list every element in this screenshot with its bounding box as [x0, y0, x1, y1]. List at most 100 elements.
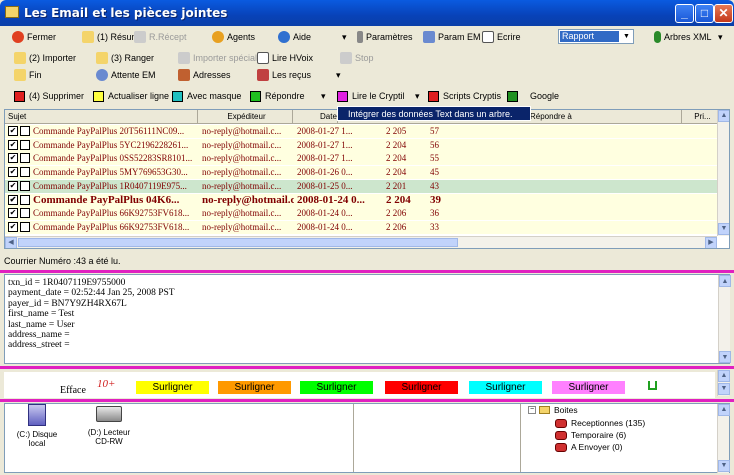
highlight-scrollbar[interactable]: ▲ ▼	[717, 370, 730, 396]
supprimer-button[interactable]: (4) Supprimer	[14, 88, 84, 104]
column-priority[interactable]: Pri...	[682, 110, 721, 124]
row-flag-checkbox[interactable]	[20, 139, 30, 150]
row-checkbox[interactable]: ✔	[8, 194, 18, 205]
row-flag-checkbox[interactable]	[20, 180, 30, 191]
column-reply-to[interactable]: Répondre à	[527, 110, 682, 124]
arbres-xml-dropdown[interactable]: ▾	[718, 29, 723, 45]
row-checkbox[interactable]: ✔	[8, 221, 18, 232]
row-flag-checkbox[interactable]	[20, 126, 30, 136]
row-checkbox[interactable]: ✔	[8, 208, 18, 219]
grid-horizontal-scrollbar[interactable]: ◀ ▶	[5, 236, 717, 248]
adresses-button[interactable]: Adresses	[178, 67, 231, 83]
scroll-up-arrow-icon[interactable]: ▲	[718, 370, 730, 382]
table-row[interactable]: ✔ Commande PayPalPlus 66K92753FV618... no-…	[5, 220, 719, 234]
stop-button[interactable]: Stop	[340, 50, 374, 66]
efface-button[interactable]: Efface	[60, 385, 86, 397]
highlight-button[interactable]: Surligner	[552, 381, 625, 394]
importer-button[interactable]: (2) Importer	[14, 50, 76, 66]
chevron-down-icon[interactable]: ▼	[620, 30, 633, 43]
scripts-button[interactable]: Scripts Cryptis	[428, 88, 501, 104]
actualiser-button[interactable]: Actualiser ligne	[93, 88, 169, 104]
attente-em-button[interactable]: Attente EM	[96, 67, 156, 83]
highlight-button[interactable]: Surligner	[469, 381, 542, 394]
lire-hvoix-button[interactable]: Lire HVoix	[257, 50, 313, 66]
tree-item[interactable]: A Envoyer (0)	[555, 442, 623, 452]
row-number: 57	[430, 126, 439, 136]
google-button[interactable]: Google	[507, 88, 559, 104]
les-recus-button[interactable]: Les reçus	[257, 67, 311, 83]
highlight-button[interactable]: Surligner	[136, 381, 209, 394]
scroll-up-arrow-icon[interactable]: ▲	[719, 275, 731, 287]
parametres-button[interactable]: Paramètres	[357, 29, 413, 45]
tree-item[interactable]: Temporaire (6)	[555, 430, 626, 440]
row-flag-checkbox[interactable]	[20, 208, 30, 219]
column-date[interactable]: Date	[293, 110, 338, 124]
les-recus-dropdown[interactable]: ▾	[336, 67, 341, 83]
lire-cryptil-dropdown[interactable]: ▾	[415, 88, 420, 104]
body-vertical-scrollbar[interactable]: ▲ ▼	[718, 275, 731, 363]
row-checkbox[interactable]: ✔	[8, 180, 18, 191]
scroll-down-arrow-icon[interactable]: ▼	[718, 223, 729, 235]
row-sender: no-reply@hotmail.c...	[202, 193, 294, 206]
scroll-left-arrow-icon[interactable]: ◀	[5, 237, 17, 248]
recept-button[interactable]: R.Récept	[134, 29, 187, 45]
aide-dropdown[interactable]: ▾	[342, 29, 347, 45]
arbres-xml-button[interactable]: Arbres XML	[654, 29, 712, 45]
ten-plus-button[interactable]: 10+	[97, 378, 115, 390]
aide-button[interactable]: Aide	[278, 29, 311, 45]
table-row[interactable]: ✔ Commande PayPalPlus 5MY769653G30... no-r…	[5, 166, 719, 180]
repondre-button[interactable]: Répondre	[250, 88, 305, 104]
row-checkbox[interactable]: ✔	[8, 167, 18, 178]
row-flag-checkbox[interactable]	[20, 153, 30, 164]
row-checkbox[interactable]: ✔	[8, 126, 18, 136]
highlight-button[interactable]: Surligner	[218, 381, 291, 394]
row-checkbox[interactable]: ✔	[8, 139, 18, 150]
horizontal-scroll-thumb[interactable]	[18, 238, 458, 247]
drive-c[interactable]: (C:) Disque local	[12, 404, 62, 448]
column-sender[interactable]: Expéditeur	[198, 110, 293, 124]
green-bracket-icon[interactable]	[648, 381, 657, 390]
fermer-button[interactable]: Fermer	[12, 29, 56, 45]
row-flag-checkbox[interactable]	[20, 167, 30, 178]
highlight-button[interactable]: Surligner	[300, 381, 373, 394]
column-subject[interactable]: Sujet	[5, 110, 198, 124]
param-em-button[interactable]: Param EM	[423, 29, 481, 45]
scroll-right-arrow-icon[interactable]: ▶	[705, 237, 717, 248]
rapport-select[interactable]: Rapport ▼	[558, 29, 634, 44]
maximize-button[interactable]: □	[695, 4, 714, 23]
grid-vertical-scrollbar[interactable]: ▲ ▼	[717, 110, 729, 236]
message-list[interactable]: Sujet Expéditeur Date Répondre à Pri... …	[4, 109, 730, 249]
row-date: 2008-01-27 1...	[297, 153, 353, 164]
scroll-down-arrow-icon[interactable]: ▼	[719, 351, 731, 363]
ranger-button[interactable]: (3) Ranger	[96, 50, 154, 66]
table-row[interactable]: ✔ Commande PayPalPlus 1R0407119E975... no-…	[5, 179, 719, 193]
scroll-up-arrow-icon[interactable]: ▲	[718, 110, 729, 122]
tree-root[interactable]: − Boites	[528, 405, 578, 415]
drive-d[interactable]: (D:) Lecteur CD-RW	[84, 404, 134, 446]
message-body[interactable]: txn_id = 1R0407119E9755000 payment_date =…	[4, 274, 731, 364]
avec-masque-button[interactable]: Avec masque	[172, 88, 241, 104]
ecrire-button[interactable]: Ecrire	[482, 29, 521, 45]
close-button[interactable]: ✕	[714, 4, 733, 23]
lire-cryptil-button[interactable]: Lire le Cryptil	[337, 88, 405, 104]
tree-item[interactable]: Receptionnes (135)	[555, 418, 645, 428]
table-row[interactable]: ✔ Commande PayPalPlus 66K92753FV618... no-…	[5, 207, 719, 221]
agents-button[interactable]: Agents	[212, 29, 255, 45]
fin-button[interactable]: Fin	[14, 67, 42, 83]
table-row[interactable]: ✔ Commande PayPalPlus 20T56111NC09... no-r…	[5, 125, 719, 138]
scroll-down-arrow-icon[interactable]: ▼	[718, 383, 730, 395]
row-flag-checkbox[interactable]	[20, 221, 30, 232]
importer-special-button[interactable]: Importer spécial	[178, 50, 257, 66]
row-flag-checkbox[interactable]	[20, 194, 30, 205]
table-row[interactable]: ✔ Commande PayPalPlus 0SS52283SR8101... no…	[5, 152, 719, 166]
highlight-button[interactable]: Surligner	[385, 381, 458, 394]
tree-scrollbar[interactable]: ▲ ▼	[717, 404, 730, 473]
row-checkbox[interactable]: ✔	[8, 153, 18, 164]
repondre-dropdown[interactable]: ▾	[321, 88, 326, 104]
collapse-icon[interactable]: −	[528, 406, 536, 414]
scroll-up-arrow-icon[interactable]: ▲	[718, 404, 730, 416]
table-row[interactable]: ✔ Commande PayPalPlus 5YC2196228261... no-…	[5, 138, 719, 152]
scroll-down-arrow-icon[interactable]: ▼	[718, 460, 730, 472]
table-row[interactable]: ✔ Commande PayPalPlus 04K6... no-reply@hot…	[5, 193, 719, 207]
minimize-button[interactable]: _	[675, 4, 694, 23]
